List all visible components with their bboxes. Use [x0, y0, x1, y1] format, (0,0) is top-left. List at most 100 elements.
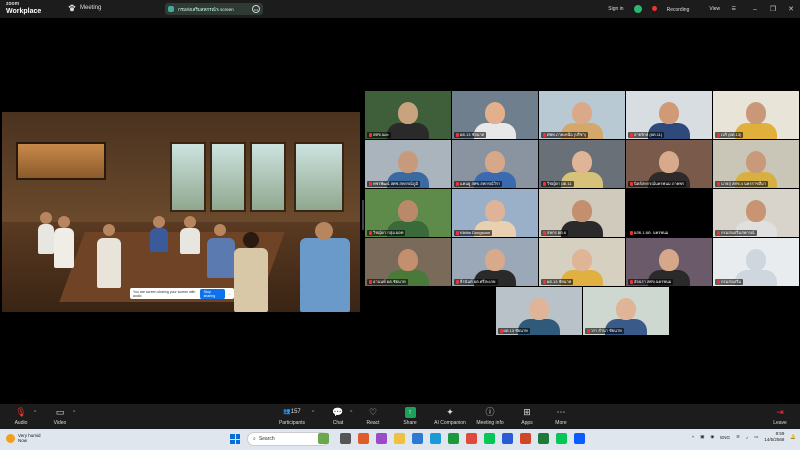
windows-start-icon[interactable]: [230, 434, 240, 444]
recording-indicator[interactable]: Recording: [651, 5, 700, 13]
split-divider-handle[interactable]: [362, 200, 364, 230]
participant-name: พชรพัฒน์ สศช.สหกรณ์ภูมิ: [373, 181, 419, 186]
top-right-controls: Sign in Recording View ☰ – ❐ ✕: [608, 0, 800, 18]
participant-tile[interactable]: วิชญ์ดา กลุ่ม.ผอท: [365, 189, 451, 237]
participant-tile[interactable]: วิชญ์ดา ผต.11: [539, 140, 625, 188]
mic-muted-icon: [543, 133, 546, 137]
participant-tile[interactable]: อัจฉรา สศข.นครพนม: [626, 238, 712, 286]
meeting-tab[interactable]: Meeting: [68, 4, 101, 12]
security-shield-icon[interactable]: [633, 5, 642, 13]
tray-overflow-chevron-icon[interactable]: ^: [692, 435, 694, 440]
participant-tile[interactable]: ธีรนันท์ ผต.ศรีสะเกษ: [452, 238, 538, 286]
participant-name-label: แคนยู สศข.สหกรณ์วิรา: [454, 181, 503, 187]
taskbar-search-box[interactable]: ⌕ Search: [247, 432, 329, 446]
title-bar: zoom Workplace Meeting กรมส่งเสริมสหกรณ์…: [0, 0, 800, 18]
ai-companion-button[interactable]: ✦ AI Companion: [430, 407, 470, 426]
notifications-bell-icon[interactable]: 🔔: [790, 434, 796, 440]
language-indicator[interactable]: ENG: [720, 435, 730, 440]
edge-browser-icon[interactable]: [430, 433, 441, 444]
wifi-icon[interactable]: ≋: [736, 434, 740, 440]
line-app-icon[interactable]: [484, 433, 495, 444]
zoom-app-icon[interactable]: [574, 433, 585, 444]
participant-tile[interactable]: ผต.13 ชัยนาท: [452, 91, 538, 139]
mic-muted-icon: [717, 182, 720, 186]
room-window: [210, 142, 246, 212]
share-banner-more[interactable]: ...: [228, 292, 231, 296]
wall-painting: [16, 142, 106, 180]
participant-face: [746, 200, 766, 222]
file-explorer-icon[interactable]: [394, 433, 405, 444]
react-label: React: [366, 420, 380, 426]
participant-tile[interactable]: นิตย์สหกรณ์นครพนม ภาคพร: [626, 140, 712, 188]
battery-icon[interactable]: ▭: [754, 434, 758, 440]
minimize-icon[interactable]: –: [746, 6, 764, 13]
close-icon[interactable]: ✕: [782, 5, 800, 13]
paw-icon: [68, 4, 76, 12]
react-button[interactable]: ♡ React: [353, 407, 393, 426]
participant-name-label: กรมส่งเสริมสหกรณ์: [715, 230, 757, 236]
share-button[interactable]: ↑ Share: [390, 407, 430, 426]
participant-tile[interactable]: Kikitta Dongsoon: [452, 189, 538, 237]
screen-share-message: You are screen sharing your screen with …: [133, 289, 196, 298]
mic-muted-icon: [456, 280, 459, 284]
shared-screen[interactable]: You are screen sharing your screen with …: [2, 112, 360, 312]
participant-tile[interactable]: สหกร ผต.6: [539, 189, 625, 237]
info-icon: ⓘ: [485, 407, 495, 417]
more-icon[interactable]: •••: [252, 5, 260, 13]
leave-door-icon: ⇥: [776, 407, 784, 417]
task-view-icon[interactable]: [340, 433, 351, 444]
mic-muted-icon: [717, 280, 720, 284]
room-window: [294, 142, 344, 212]
more-button[interactable]: ⋯ More: [541, 407, 581, 426]
participant-tile[interactable]: กรมส่งเสริม: [713, 238, 799, 286]
participant-tile[interactable]: อานนท์ ผต.ชัยนาท: [365, 238, 451, 286]
participant-tile[interactable]: สศช.นผะ: [365, 91, 451, 139]
tray-app-icon[interactable]: ▣: [700, 434, 704, 440]
participant-tile[interactable]: ผต.13 ชัยนาท: [539, 238, 625, 286]
speaker-icon[interactable]: ♪: [746, 435, 748, 440]
participants-button[interactable]: 👥 157 Participants: [272, 407, 312, 426]
stop-sharing-button[interactable]: Stop sharing: [199, 288, 226, 299]
participant-tile[interactable]: แคนยู สศข.สหกรณ์วิรา: [452, 140, 538, 188]
word-app-icon[interactable]: [502, 433, 513, 444]
participant-tile[interactable]: สายรักษ์ (ผต.11): [626, 91, 712, 139]
view-button[interactable]: View ☰: [709, 6, 736, 12]
clock[interactable]: 8:59 14/5/2568: [764, 431, 784, 443]
participant-tile[interactable]: ผต.13 ชัยนาท: [495, 287, 582, 335]
participant-tile[interactable]: วรา สำนา ชัยนาท: [582, 287, 669, 335]
audio-options-chevron-icon[interactable]: ^: [34, 410, 36, 416]
video-options-chevron-icon[interactable]: ^: [73, 410, 75, 416]
mic-muted-icon: [456, 231, 459, 235]
taskbar-app-icon[interactable]: [318, 433, 329, 444]
participant-name: ผต.13 ชัยนาท: [460, 132, 485, 137]
more-dots-icon: ⋯: [556, 407, 566, 417]
taskbar-app-icon[interactable]: [376, 433, 387, 444]
sign-in-link[interactable]: Sign in: [608, 6, 623, 12]
meeting-info-button[interactable]: ⓘ Meeting info: [470, 407, 510, 426]
participant-tile[interactable]: นายสุ สศข.4 นครราชสีมา: [713, 140, 799, 188]
maximize-icon[interactable]: ❐: [764, 5, 782, 13]
windows-taskbar: Very humid Now ⌕ Search ^ ▣ ◉ ENG ≋ ♪ ▭ …: [0, 429, 800, 450]
chat-options-chevron-icon[interactable]: ^: [350, 410, 352, 416]
participant-tile[interactable]: ผสธ.1 ผต. นครพนม: [626, 189, 712, 237]
taskbar-app-icon[interactable]: [358, 433, 369, 444]
screen-share-indicator[interactable]: กรมส่งเสริมสหกรณ์'s screen •••: [165, 3, 263, 15]
line-app-icon[interactable]: [556, 433, 567, 444]
tray-app-icon[interactable]: ◉: [710, 434, 714, 440]
person-head: [243, 232, 259, 248]
excel-app-icon[interactable]: [538, 433, 549, 444]
participant-tile[interactable]: ศพพ.ภาคเหนือ (ปรีชา): [539, 91, 625, 139]
meeting-info-label: Meeting info: [476, 420, 504, 426]
powerpoint-app-icon[interactable]: [520, 433, 531, 444]
weather-widget[interactable]: Very humid Now: [6, 433, 41, 443]
mic-muted-icon: [499, 329, 503, 333]
participant-name-label: ธีรนันท์ ผต.ศรีสะเกษ: [454, 279, 498, 285]
mail-icon[interactable]: [412, 433, 423, 444]
leave-button[interactable]: ⇥ Leave: [760, 407, 800, 426]
participant-tile[interactable]: กรมส่งเสริมสหกรณ์: [713, 189, 799, 237]
chrome-browser-icon[interactable]: [466, 433, 477, 444]
taskbar-app-icon[interactable]: [448, 433, 459, 444]
participant-tile[interactable]: เบริ (ผต.13): [713, 91, 799, 139]
participants-options-chevron-icon[interactable]: ^: [312, 410, 314, 416]
participant-tile[interactable]: พชรพัฒน์ สศช.สหกรณ์ภูมิ: [365, 140, 451, 188]
